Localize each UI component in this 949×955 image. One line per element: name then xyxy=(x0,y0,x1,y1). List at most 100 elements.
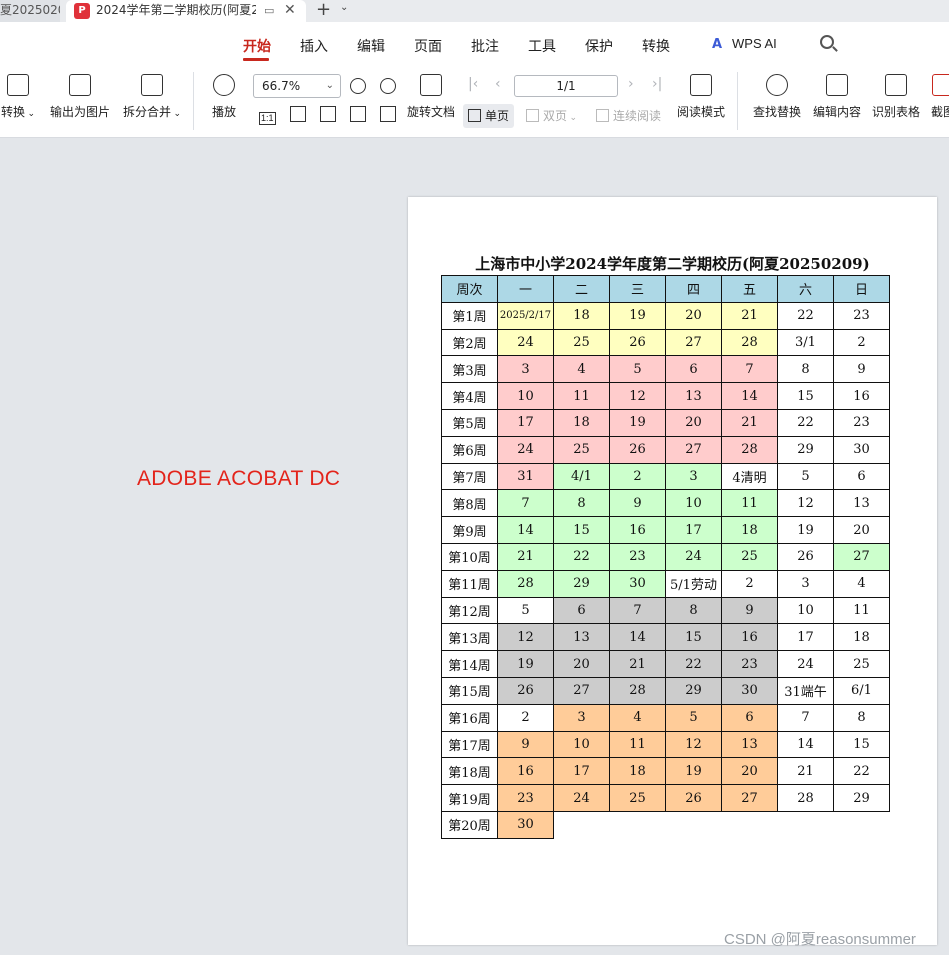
calendar-day-cell: 15 xyxy=(833,730,890,759)
zoom-in-icon[interactable] xyxy=(380,78,396,94)
tab-previous-document[interactable]: 夏2025020 xyxy=(0,0,60,22)
toolbar-divider xyxy=(737,72,738,130)
calendar-day-cell: 13 xyxy=(833,489,890,518)
calendar-day-cell: 23 xyxy=(833,301,890,330)
convert-button[interactable]: 转换 ⌄ xyxy=(0,64,40,138)
calendar-day-cell: 6 xyxy=(553,596,610,625)
reading-mode-button[interactable]: 阅读模式 xyxy=(674,64,728,138)
tab-active-document[interactable]: P 2024学年第二学期校历(阿夏2025 ▭ ✕ xyxy=(66,0,306,22)
calendar-week-row: 第9周 14 15 16 17 18 19 20 xyxy=(441,516,890,544)
split-merge-button[interactable]: 拆分合并 ⌄ xyxy=(120,64,184,138)
calendar-day-cell: 29 xyxy=(777,435,834,464)
calendar-day-cell: 24 xyxy=(665,542,722,571)
menu-item-insert[interactable]: 插入 xyxy=(300,36,328,56)
tab-label: 2024学年第二学期校历(阿夏2025 xyxy=(96,3,256,17)
export-image-button[interactable]: 输出为图片 xyxy=(48,64,112,138)
zoom-out-icon[interactable] xyxy=(350,78,366,94)
calendar-day-cell: 18 xyxy=(609,757,666,786)
calendar-day-cell: 29 xyxy=(665,676,722,705)
first-page-icon[interactable]: |‹ xyxy=(468,76,478,92)
double-page-icon xyxy=(526,109,539,122)
calendar-day-cell: 12 xyxy=(497,623,554,652)
calendar-week-row: 第18周 16 17 18 19 20 21 22 xyxy=(441,757,890,786)
calendar-day-cell: 11 xyxy=(553,382,610,410)
calendar-day-cell: 9 xyxy=(833,355,890,384)
calendar-day-cell: 2 xyxy=(833,328,890,357)
pdf-page: 上海市中小学2024学年度第二学期校历(阿夏20250209) 周次一二三四五六… xyxy=(408,197,937,945)
double-page-label: 双页 xyxy=(543,109,568,123)
find-replace-button[interactable]: 查找替换 xyxy=(750,64,804,138)
menu-item-tools[interactable]: 工具 xyxy=(528,36,556,56)
menu-item-annotate[interactable]: 批注 xyxy=(471,36,499,56)
calendar-day-cell: 4清明 xyxy=(721,462,778,491)
menu-item-home[interactable]: 开始 xyxy=(243,36,271,56)
page-number-input[interactable]: 1/1 xyxy=(514,75,618,97)
calendar-day-cell: 5/1劳动 xyxy=(665,569,722,598)
calendar-day-cell: 15 xyxy=(665,623,722,652)
week-number-cell: 第2周 xyxy=(441,328,498,357)
single-page-button[interactable]: 单页 xyxy=(463,104,515,128)
screenshot-button[interactable]: 截图 xyxy=(928,64,949,138)
calendar-header-cell: 四 xyxy=(665,275,722,303)
week-number-cell: 第15周 xyxy=(441,676,498,705)
menu-item-convert[interactable]: 转换 xyxy=(642,36,670,56)
recognize-table-button[interactable]: 识别表格 xyxy=(869,64,923,138)
document-viewport[interactable]: ADOBE ACOBAT DC 上海市中小学2024学年度第二学期校历(阿夏20… xyxy=(0,139,949,955)
calendar-week-row: 第1周 2025/2/17 18 19 20 21 22 23 xyxy=(441,301,890,330)
week-number-cell: 第6周 xyxy=(441,435,498,464)
calendar-week-row: 第11周 28 29 30 5/1劳动 2 3 4 xyxy=(441,569,890,598)
next-page-icon[interactable]: › xyxy=(628,76,634,92)
calendar-day-cell: 31端午 xyxy=(777,676,834,705)
calendar-day-cell: 22 xyxy=(665,650,722,678)
zoom-value: 66.7% xyxy=(262,79,301,93)
continuous-reading-button[interactable]: 连续阅读 xyxy=(596,104,661,128)
calendar-day-cell: 6 xyxy=(721,703,778,732)
double-page-button[interactable]: 双页 ⌄ xyxy=(526,104,577,128)
calendar-day-cell: 23 xyxy=(609,542,666,571)
fit-width-icon[interactable] xyxy=(320,106,336,122)
calendar-day-cell: 26 xyxy=(665,784,722,812)
calendar-day-cell: 21 xyxy=(609,650,666,678)
calendar-day-cell: 16 xyxy=(609,516,666,544)
menu-item-page[interactable]: 页面 xyxy=(414,36,442,56)
previous-page-icon[interactable]: ‹ xyxy=(495,76,501,92)
menu-item-wps-ai[interactable]: WPS AI xyxy=(732,36,777,51)
reading-mode-label: 阅读模式 xyxy=(676,105,725,119)
week-number-cell: 第20周 xyxy=(441,810,498,839)
chevron-down-icon[interactable]: ⌄ xyxy=(340,2,348,13)
monitor-icon[interactable]: ▭ xyxy=(264,1,274,21)
calendar-day-cell: 22 xyxy=(777,408,834,437)
calendar-day-cell: 3/1 xyxy=(777,328,834,357)
menu-item-protect[interactable]: 保护 xyxy=(585,36,613,56)
rotate-document-button[interactable]: 旋转文档 xyxy=(404,64,458,138)
find-replace-label: 查找替换 xyxy=(752,105,801,119)
week-number-cell: 第8周 xyxy=(441,489,498,518)
search-icon[interactable] xyxy=(820,35,834,49)
calendar-day-cell: 3 xyxy=(665,462,722,491)
menu-item-edit[interactable]: 编辑 xyxy=(357,36,385,56)
calendar-day-cell: 12 xyxy=(665,730,722,759)
calendar-day-cell: 24 xyxy=(497,435,554,464)
rotate-right-icon[interactable] xyxy=(380,106,396,122)
calendar-day-cell: 27 xyxy=(553,676,610,705)
play-icon xyxy=(213,74,235,96)
calendar-day-cell: 2 xyxy=(497,703,554,732)
calendar-day-cell: 18 xyxy=(553,408,610,437)
play-button[interactable]: 播放 xyxy=(207,64,241,138)
close-icon[interactable]: ✕ xyxy=(284,0,296,20)
new-tab-plus-icon[interactable]: + xyxy=(316,0,331,20)
calendar-day-cell: 25 xyxy=(721,542,778,571)
fit-page-icon[interactable] xyxy=(290,106,306,122)
calendar-week-row: 第3周 3 4 5 6 7 8 9 xyxy=(441,355,890,384)
calendar-day-cell: 12 xyxy=(609,382,666,410)
calendar-day-cell: 23 xyxy=(833,408,890,437)
calendar-day-cell: 21 xyxy=(721,301,778,330)
calendar-day-cell: 22 xyxy=(553,542,610,571)
last-page-icon[interactable]: ›| xyxy=(652,76,662,92)
rotate-left-icon[interactable] xyxy=(350,106,366,122)
calendar-day-cell: 11 xyxy=(833,596,890,625)
edit-content-button[interactable]: 编辑内容 xyxy=(810,64,864,138)
split-merge-label: 拆分合并 xyxy=(122,105,171,119)
actual-size-button[interactable]: 1:1 xyxy=(259,104,280,128)
zoom-select[interactable]: 66.7% ⌄ xyxy=(253,74,341,98)
